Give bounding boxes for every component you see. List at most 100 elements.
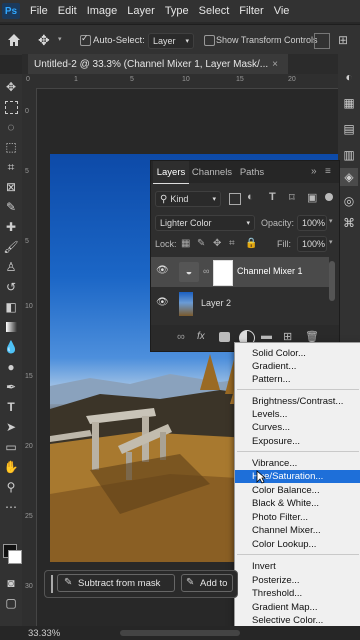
menu-image[interactable]: Image bbox=[87, 5, 118, 17]
menu-item-posterize[interactable]: Posterize... bbox=[235, 574, 360, 587]
menu-item-levels[interactable]: Levels... bbox=[235, 408, 360, 421]
layers-panel-icon[interactable]: ◈ bbox=[340, 168, 358, 186]
eraser-tool-icon[interactable]: ◧ bbox=[2, 298, 20, 316]
auto-select-dropdown[interactable]: Layer ▾ bbox=[148, 33, 194, 49]
lock-position-icon[interactable]: ✥ bbox=[213, 238, 221, 249]
menu-edit[interactable]: Edit bbox=[58, 5, 77, 17]
screen-mode-icon[interactable]: ▢ bbox=[2, 594, 20, 612]
move-tool-icon[interactable]: ✥ bbox=[2, 78, 20, 96]
menu-type[interactable]: Type bbox=[165, 5, 189, 17]
menu-item-color-lookup[interactable]: Color Lookup... bbox=[235, 538, 360, 551]
menu-item-threshold[interactable]: Threshold... bbox=[235, 587, 360, 600]
tab-channels[interactable]: Channels bbox=[191, 161, 233, 183]
menu-item-black-white[interactable]: Black & White... bbox=[235, 497, 360, 510]
layer-mask-thumbnail[interactable] bbox=[213, 260, 233, 286]
zoom-tool-icon[interactable]: ⚲ bbox=[2, 478, 20, 496]
gradient-tool-icon[interactable] bbox=[2, 318, 20, 336]
collapse-panel-icon[interactable]: » bbox=[311, 166, 317, 177]
document-tab[interactable]: Untitled-2 @ 33.3% (Channel Mixer 1, Lay… bbox=[28, 54, 288, 74]
opacity-field[interactable]: 100% bbox=[297, 215, 327, 231]
fill-field[interactable]: 100% bbox=[297, 236, 327, 252]
object-select-tool-icon[interactable]: ⬚ bbox=[2, 138, 20, 156]
dodge-tool-icon[interactable]: ● bbox=[2, 358, 20, 376]
menu-item-hue-saturation[interactable]: Hue/Saturation... bbox=[235, 470, 360, 483]
menu-select[interactable]: Select bbox=[199, 5, 230, 17]
lock-artboard-icon[interactable]: ⌗ bbox=[229, 238, 235, 249]
zoom-level[interactable]: 33.33% bbox=[28, 628, 60, 639]
home-icon[interactable] bbox=[6, 32, 22, 48]
background-color-swatch[interactable] bbox=[8, 550, 22, 564]
menu-item-vibrance[interactable]: Vibrance... bbox=[235, 457, 360, 470]
menu-layer[interactable]: Layer bbox=[127, 5, 155, 17]
subtract-from-mask-button[interactable]: ✎ Subtract from mask bbox=[57, 574, 175, 592]
lock-transparent-icon[interactable]: ▦ bbox=[181, 238, 190, 249]
menu-item-curves[interactable]: Curves... bbox=[235, 421, 360, 434]
menu-view[interactable]: Vie bbox=[274, 5, 290, 17]
layer-name[interactable]: Layer 2 bbox=[201, 298, 231, 308]
channels-panel-icon[interactable]: ◎ bbox=[340, 192, 358, 210]
lock-image-icon[interactable]: ✎ bbox=[197, 238, 205, 249]
add-mask-icon[interactable] bbox=[219, 332, 230, 342]
path-select-tool-icon[interactable]: ➤ bbox=[2, 418, 20, 436]
new-group-icon[interactable]: ▬ bbox=[261, 330, 272, 342]
lasso-tool-icon[interactable]: ◌ bbox=[2, 118, 20, 136]
color-panel-icon[interactable]: ◐ bbox=[340, 68, 358, 86]
menu-item-invert[interactable]: Invert bbox=[235, 560, 360, 573]
menu-item-gradient-map[interactable]: Gradient Map... bbox=[235, 601, 360, 614]
drag-handle-icon[interactable] bbox=[51, 575, 53, 593]
move-tool-icon[interactable]: ✥ bbox=[38, 32, 54, 48]
filter-kind-dropdown[interactable]: ⚲ Kind ▾ bbox=[155, 191, 221, 207]
swatches-panel-icon[interactable]: ▦ bbox=[340, 94, 358, 112]
add-to-mask-button[interactable]: ✎ Add to bbox=[181, 574, 233, 592]
quick-mask-icon[interactable]: ◙ bbox=[2, 574, 20, 592]
menu-item-brightness-contrast[interactable]: Brightness/Contrast... bbox=[235, 395, 360, 408]
menu-item-solid-color[interactable]: Solid Color... bbox=[235, 347, 360, 360]
menu-item-photo-filter[interactable]: Photo Filter... bbox=[235, 511, 360, 524]
menu-item-color-balance[interactable]: Color Balance... bbox=[235, 484, 360, 497]
menu-item-pattern[interactable]: Pattern... bbox=[235, 373, 360, 386]
align-distribute-icon[interactable]: ⊞ bbox=[338, 33, 352, 47]
chevron-down-icon[interactable]: ▾ bbox=[329, 238, 333, 246]
link-layers-icon[interactable]: ∞ bbox=[177, 331, 185, 343]
type-tool-icon[interactable]: T bbox=[2, 398, 20, 416]
lock-all-icon[interactable]: 🔒 bbox=[245, 238, 257, 249]
visibility-eye-icon[interactable]: 👁 bbox=[156, 297, 169, 308]
layer-name[interactable]: Channel Mixer 1 bbox=[237, 266, 303, 276]
layers-scrollbar[interactable] bbox=[329, 261, 335, 301]
layer-row-layer-2[interactable]: 👁 Layer 2 bbox=[151, 289, 329, 319]
menu-item-channel-mixer[interactable]: Channel Mixer... bbox=[235, 524, 360, 537]
menu-item-gradient[interactable]: Gradient... bbox=[235, 360, 360, 373]
pen-tool-icon[interactable]: ✒ bbox=[2, 378, 20, 396]
filter-toggle-icon[interactable] bbox=[325, 193, 333, 201]
tool-preset-chevron-icon[interactable]: ▾ bbox=[58, 35, 62, 43]
gradients-panel-icon[interactable]: ▤ bbox=[340, 120, 358, 138]
patterns-panel-icon[interactable]: ▥ bbox=[340, 146, 358, 164]
menu-file[interactable]: File bbox=[30, 5, 48, 17]
auto-select-checkbox[interactable] bbox=[80, 33, 91, 49]
tab-paths[interactable]: Paths bbox=[237, 161, 267, 183]
filter-shape-icon[interactable]: ⌑ bbox=[289, 191, 295, 204]
hand-tool-icon[interactable]: ✋ bbox=[2, 458, 20, 476]
more-tools-icon[interactable]: ⋯ bbox=[2, 498, 20, 516]
eyedropper-tool-icon[interactable]: ✎ bbox=[2, 198, 20, 216]
filter-smart-object-icon[interactable]: ▣ bbox=[307, 191, 317, 204]
close-tab-icon[interactable]: × bbox=[272, 59, 278, 70]
fx-icon[interactable]: fx bbox=[197, 331, 205, 342]
stamp-tool-icon[interactable]: ♙ bbox=[2, 258, 20, 276]
paths-panel-icon[interactable]: ⌘ bbox=[340, 214, 358, 232]
filter-type-icon[interactable]: T bbox=[269, 191, 276, 203]
tab-layers[interactable]: Layers bbox=[153, 161, 189, 184]
brush-tool-icon[interactable]: 🖌 bbox=[2, 238, 20, 256]
crop-tool-icon[interactable]: ⌗ bbox=[2, 158, 20, 176]
filter-adjustment-icon[interactable]: ◐ bbox=[247, 191, 254, 203]
filter-pixel-icon[interactable] bbox=[229, 193, 241, 205]
chevron-down-icon[interactable]: ▾ bbox=[329, 217, 333, 225]
menu-filter[interactable]: Filter bbox=[239, 5, 263, 17]
shape-tool-icon[interactable]: ▭ bbox=[2, 438, 20, 456]
transform-controls-checkbox[interactable] bbox=[204, 35, 215, 49]
chain-link-icon[interactable]: ∞ bbox=[203, 266, 209, 276]
menu-item-exposure[interactable]: Exposure... bbox=[235, 435, 360, 448]
photoshop-logo-icon[interactable]: Ps bbox=[2, 3, 20, 19]
frame-tool-icon[interactable]: ⊠ bbox=[2, 178, 20, 196]
align-icon[interactable] bbox=[314, 33, 330, 49]
